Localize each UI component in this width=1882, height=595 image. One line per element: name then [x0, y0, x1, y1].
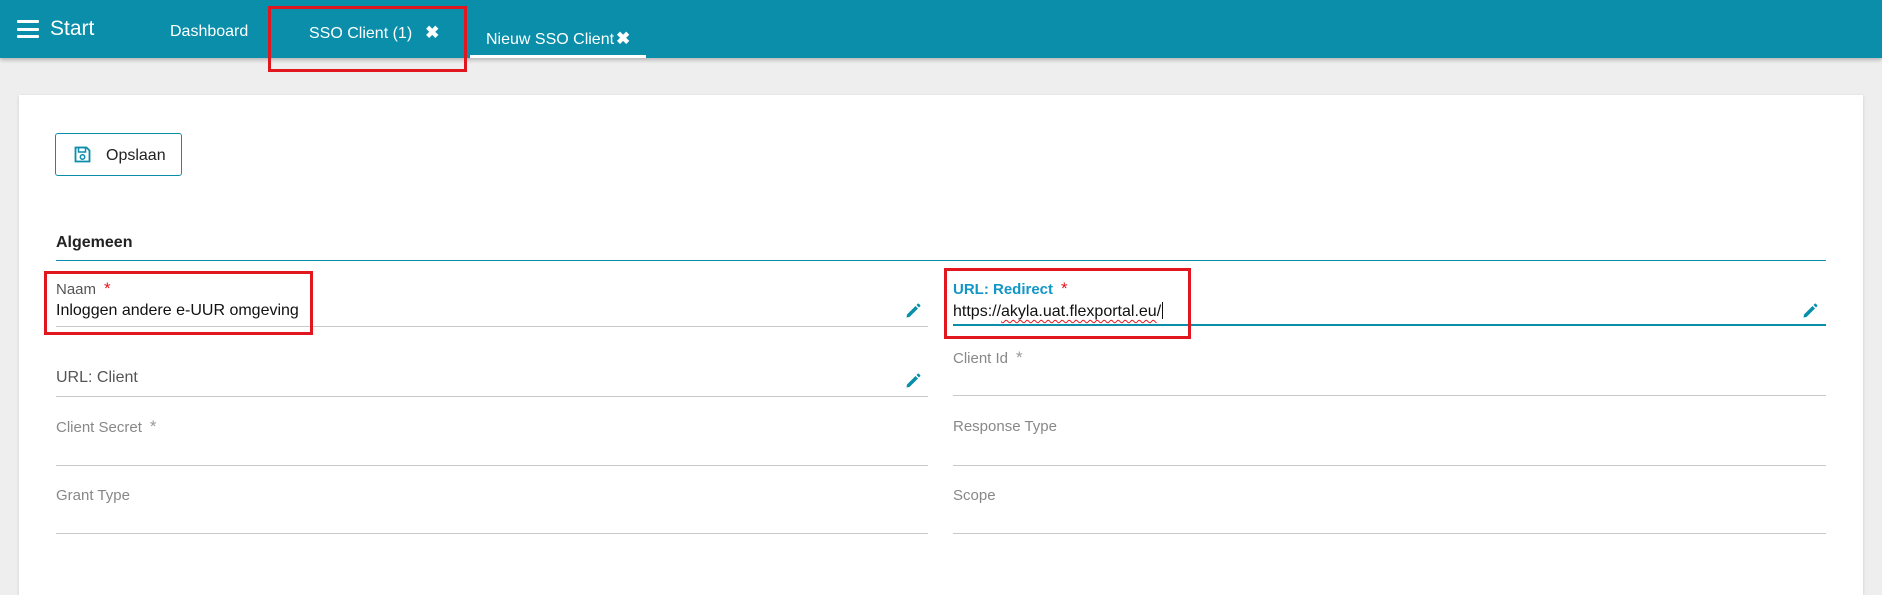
section-divider [56, 260, 1826, 261]
grant-type-label: Grant Type [56, 487, 130, 504]
scope-input[interactable] [953, 510, 1823, 530]
save-button-label: Opslaan [106, 147, 166, 164]
tab-label: Dashboard [170, 23, 249, 40]
scope-label: Scope [953, 487, 996, 504]
highlight-box-naam [44, 271, 313, 335]
pencil-icon[interactable] [1801, 302, 1819, 320]
pencil-icon[interactable] [904, 372, 922, 390]
start-menu-button[interactable]: Start [17, 17, 95, 40]
client-id-label: Client Id * [953, 348, 1023, 367]
start-label: Start [50, 17, 95, 40]
response-type-underline [953, 465, 1826, 466]
required-marker: * [1016, 348, 1023, 367]
required-marker: * [149, 417, 157, 436]
response-type-input[interactable] [953, 441, 1823, 461]
floppy-disk-icon [74, 146, 91, 163]
highlight-box-sso-tab [268, 6, 467, 72]
section-title: Algemeen [56, 234, 133, 251]
tab-nieuw-sso-client[interactable]: Nieuw SSO Client ✖ [470, 28, 646, 58]
hamburger-icon[interactable] [17, 20, 39, 38]
client-id-input[interactable] [953, 372, 1823, 392]
client-secret-input[interactable] [56, 441, 926, 461]
client-secret-underline [56, 465, 928, 466]
client-id-underline [953, 395, 1826, 396]
response-type-label: Response Type [953, 418, 1057, 435]
scope-underline [953, 533, 1826, 534]
tab-label: Nieuw SSO Client [486, 31, 615, 48]
close-icon[interactable]: ✖ [616, 29, 630, 49]
grant-type-underline [56, 533, 928, 534]
save-button[interactable]: Opslaan [55, 133, 182, 176]
grant-type-input[interactable] [56, 510, 926, 530]
url-client-input[interactable]: URL: Client [56, 369, 138, 387]
highlight-box-url-redirect [944, 268, 1191, 339]
pencil-icon[interactable] [904, 302, 922, 320]
tab-dashboard[interactable]: Dashboard [170, 23, 248, 41]
url-client-underline [56, 396, 928, 397]
client-secret-label: Client Secret * [56, 417, 157, 436]
